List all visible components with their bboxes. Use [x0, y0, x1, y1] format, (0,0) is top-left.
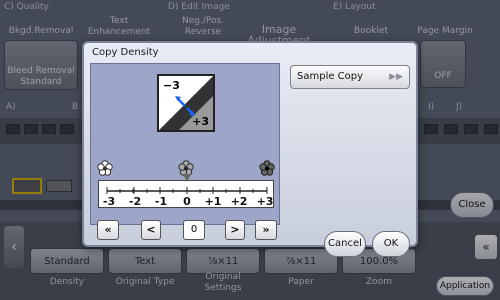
light-flower-icon — [97, 160, 113, 176]
far-left-button[interactable]: « — [97, 220, 119, 240]
cancel-button[interactable]: Cancel — [324, 231, 366, 257]
copy-density-dialog: Copy Density −3 +3 -3 -2 -1 0 +1 +2 +3 «… — [82, 41, 418, 257]
sample-copy-button[interactable]: Sample Copy ▶▶ — [290, 65, 410, 89]
scale-label: +1 — [204, 195, 222, 208]
ok-button[interactable]: OK — [372, 231, 410, 257]
left-button[interactable]: < — [141, 220, 161, 240]
scale-label: +2 — [230, 195, 248, 208]
double-arrow-right-icon: ▶▶ — [389, 72, 403, 82]
sample-copy-label: Sample Copy — [297, 71, 364, 82]
dark-flower-icon — [259, 160, 275, 176]
ok-label: OK — [383, 238, 399, 249]
density-icon: −3 +3 — [157, 74, 215, 132]
icon-minus-label: −3 — [163, 79, 180, 92]
slider-indicator[interactable] — [183, 174, 191, 182]
density-scale[interactable]: -3 -2 -1 0 +1 +2 +3 — [98, 174, 274, 208]
cancel-label: Cancel — [328, 238, 362, 249]
density-panel: −3 +3 -3 -2 -1 0 +1 +2 +3 « < 0 > » — [90, 63, 280, 240]
dialog-title: Copy Density — [92, 47, 159, 58]
icon-plus-label: +3 — [192, 115, 209, 128]
right-button[interactable]: > — [225, 220, 245, 240]
scale-label: +3 — [256, 195, 274, 208]
scale-label: 0 — [183, 195, 191, 208]
far-right-button[interactable]: » — [255, 220, 277, 240]
scale-label: -1 — [154, 195, 168, 208]
scale-label: -3 — [102, 195, 116, 208]
density-value-field: 0 — [183, 220, 205, 240]
scale-label: -2 — [128, 195, 142, 208]
